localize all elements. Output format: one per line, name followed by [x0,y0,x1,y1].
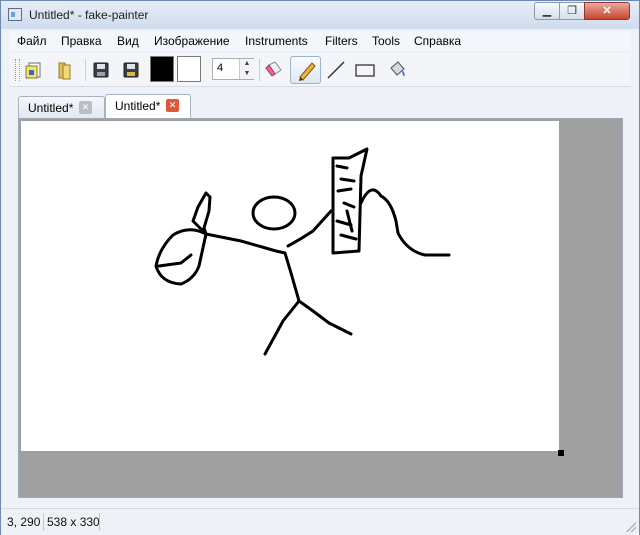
status-bar: 3, 290 538 x 330 [1,508,639,535]
pen-size-value[interactable]: 4 [217,62,223,74]
canvas-resize-handle[interactable] [558,450,564,456]
title-bar[interactable]: Untitled* - fake-painter ▁ ❐ ✕ [1,1,639,29]
drawing-canvas[interactable] [21,121,559,451]
menu-help[interactable]: Справка [414,34,461,48]
toolbar-separator [85,59,86,81]
canvas-viewport [18,118,623,498]
pencil-icon [299,62,316,81]
canvas-drawing [154,147,451,356]
stepper-down-button[interactable]: ▼ [239,69,254,79]
tab-label: Untitled* [115,99,161,113]
menu-file[interactable]: Файл [17,34,47,48]
toolbar: 4 ▲ ▼ [9,53,631,87]
menu-edit[interactable]: Правка [61,34,102,48]
tab-close-icon[interactable]: ✕ [166,99,179,112]
app-window: Untitled* - fake-painter ▁ ❐ ✕ Файл Прав… [0,0,640,535]
close-button[interactable]: ✕ [584,2,630,20]
status-separator [99,513,100,531]
fill-bucket-icon [390,61,405,77]
menu-filters[interactable]: Filters [325,34,358,48]
secondary-color-swatch[interactable] [177,56,201,82]
save-icon [93,62,109,78]
menu-tools[interactable]: Tools [372,34,400,48]
app-icon [8,8,22,21]
primary-color-swatch[interactable] [150,56,174,82]
tab-untitled-1[interactable]: Untitled* ✕ [18,96,105,118]
maximize-button[interactable]: ❐ [559,2,585,20]
window-title: Untitled* - fake-painter [29,8,149,22]
menu-bar: Файл Правка Вид Изображение Instruments … [9,31,631,51]
eraser-icon [265,61,282,77]
toolbar-handle[interactable] [15,59,20,81]
rectangle-tool-button[interactable] [352,57,378,83]
open-button[interactable] [52,57,78,83]
minimize-button[interactable]: ▁ [534,2,560,20]
menu-view[interactable]: Вид [117,34,139,48]
cursor-position: 3, 290 [7,515,41,529]
fill-tool-button[interactable] [384,57,410,83]
pencil-tool-button[interactable] [290,56,321,84]
line-icon [327,61,345,79]
rectangle-icon [355,64,375,77]
save-as-button[interactable] [118,57,144,83]
new-file-button[interactable] [21,57,47,83]
open-folder-icon [58,62,71,80]
toolbar-separator [259,59,260,81]
status-separator [43,513,44,531]
document-tabs: Untitled* ✕ Untitled* ✕ [18,94,623,119]
save-as-icon [123,62,139,78]
stepper-up-button[interactable]: ▲ [239,59,254,69]
save-button[interactable] [88,57,114,83]
tab-label: Untitled* [28,101,74,115]
tab-untitled-2[interactable]: Untitled* ✕ [105,94,191,119]
tab-close-icon[interactable]: ✕ [79,101,92,114]
menu-image[interactable]: Изображение [154,34,230,48]
menu-instruments[interactable]: Instruments [245,34,308,48]
line-tool-button[interactable] [323,57,349,83]
resize-grip-icon[interactable] [626,522,636,532]
pen-size-stepper[interactable]: 4 ▲ ▼ [212,58,254,80]
image-size: 538 x 330 [47,515,100,529]
new-file-icon [25,62,41,79]
eraser-tool-button[interactable] [261,57,287,83]
